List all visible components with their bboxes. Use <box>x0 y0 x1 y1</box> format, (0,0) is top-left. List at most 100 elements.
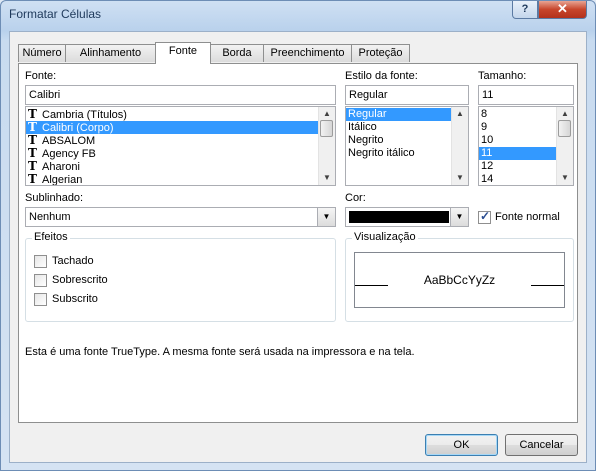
list-item-label: Negrito itálico <box>348 147 415 159</box>
underline-select[interactable]: Nenhum ▼ <box>25 207 336 227</box>
scroll-up-icon[interactable]: ▲ <box>557 107 573 121</box>
style-list[interactable]: Regular Itálico Negrito Negrito itálico ▲ ▼ <box>345 106 469 186</box>
size-label: Tamanho: <box>478 70 527 82</box>
tab-numero[interactable]: Número <box>18 44 66 62</box>
list-item-label: Itálico <box>348 121 377 133</box>
list-item-label: Regular <box>348 108 387 120</box>
scroll-down-icon[interactable]: ▼ <box>452 171 468 185</box>
list-item[interactable]: Negrito <box>346 134 451 147</box>
tab-fonte[interactable]: Fonte <box>155 42 211 64</box>
chevron-down-icon[interactable]: ▼ <box>450 208 468 226</box>
list-item[interactable]: 11 <box>479 147 556 160</box>
tab-label: Número <box>22 47 62 59</box>
list-item-label: 14 <box>481 173 494 185</box>
superscript-checkbox[interactable] <box>34 274 47 287</box>
list-item[interactable]: 12 <box>479 160 556 173</box>
list-item[interactable]: Regular <box>346 108 451 121</box>
list-item[interactable]: 10 <box>479 134 556 147</box>
chevron-down-icon[interactable]: ▼ <box>317 208 335 226</box>
size-input[interactable]: 11 <box>478 85 574 105</box>
list-item-label: Aharoni <box>42 161 80 173</box>
list-item-label: 11 <box>481 147 493 159</box>
format-cells-dialog: Formatar Células ? ✕ Número Alinhamento … <box>0 0 596 471</box>
preview-title: Visualização <box>352 231 418 243</box>
font-list-scrollbar[interactable]: ▲ ▼ <box>318 107 335 185</box>
scroll-thumb[interactable] <box>558 120 571 137</box>
list-item[interactable]: T Calibri (Corpo) <box>26 121 318 134</box>
color-label: Cor: <box>345 192 366 204</box>
help-button[interactable]: ? <box>512 1 538 19</box>
list-item-label: Cambria (Títulos) <box>42 109 127 121</box>
effects-title: Efeitos <box>32 231 70 243</box>
list-item-label: 12 <box>481 160 494 172</box>
style-input[interactable]: Regular <box>345 85 469 105</box>
scroll-up-icon[interactable]: ▲ <box>452 107 468 121</box>
style-label: Estilo da fonte: <box>345 70 418 82</box>
list-item-label: Algerian <box>42 174 83 186</box>
font-input[interactable]: Calibri <box>25 85 336 105</box>
list-item[interactable]: T ABSALOM <box>26 134 318 148</box>
list-item-label: Negrito <box>348 134 384 146</box>
dialog-body: Número Alinhamento Fonte Borda Preenchim… <box>9 31 587 463</box>
help-icon: ? <box>521 3 529 15</box>
list-item-label: ABSALOM <box>42 135 96 147</box>
list-item[interactable]: T Algerian <box>26 173 318 186</box>
tab-label: Preenchimento <box>270 47 345 59</box>
color-swatch <box>349 211 449 223</box>
tab-borda[interactable]: Borda <box>210 44 264 62</box>
close-button[interactable]: ✕ <box>538 1 587 19</box>
list-item[interactable]: 14 <box>479 173 556 185</box>
color-picker[interactable]: ▼ <box>345 207 469 227</box>
superscript-label: Sobrescrito <box>52 274 108 286</box>
list-item-label: 10 <box>481 134 494 146</box>
cancel-button[interactable]: Cancelar <box>505 434 578 456</box>
underline-label: Sublinhado: <box>25 192 84 204</box>
scroll-down-icon[interactable]: ▼ <box>557 171 573 185</box>
list-item-label: Calibri (Corpo) <box>42 122 114 134</box>
checkmark-icon: ✓ <box>480 209 491 223</box>
preview-box: AaBbCcYyZz <box>354 252 565 308</box>
list-item-label: Agency FB <box>42 148 96 160</box>
font-list[interactable]: T Cambria (Títulos) T Calibri (Corpo) T ABSAL… <box>25 106 336 186</box>
effects-group: Efeitos Tachado Sobrescrito Subscrito <box>25 231 336 322</box>
dialog-title: Formatar Células <box>9 7 102 21</box>
truetype-icon: T <box>28 172 37 186</box>
style-list-scrollbar[interactable]: ▲ ▼ <box>451 107 468 185</box>
scroll-down-icon[interactable]: ▼ <box>319 171 335 185</box>
list-item[interactable]: 9 <box>479 121 556 134</box>
list-item-label: 9 <box>481 121 488 133</box>
truetype-note: Esta é uma fonte TrueType. A mesma fonte… <box>25 346 415 358</box>
size-list-scrollbar[interactable]: ▲ ▼ <box>556 107 573 185</box>
list-item[interactable]: T Aharoni <box>26 160 318 174</box>
tab-label: Fonte <box>168 45 198 57</box>
subscript-checkbox[interactable] <box>34 293 47 306</box>
underline-value: Nenhum <box>29 211 71 223</box>
subscript-label: Subscrito <box>52 293 98 305</box>
scroll-up-icon[interactable]: ▲ <box>319 107 335 121</box>
tab-label: Borda <box>222 47 252 59</box>
size-list[interactable]: 8 9 10 11 12 14 ▲ ▼ <box>478 106 574 186</box>
tab-preenchimento[interactable]: Preenchimento <box>263 44 352 62</box>
list-item[interactable]: T Cambria (Títulos) <box>26 108 318 122</box>
preview-sample: AaBbCcYyZz <box>423 273 496 287</box>
close-icon: ✕ <box>557 1 568 16</box>
preview-group: Visualização AaBbCcYyZz <box>345 231 574 322</box>
normal-font-label: Fonte normal <box>495 211 560 223</box>
strikethrough-checkbox[interactable] <box>34 255 47 268</box>
font-label: Fonte: <box>25 70 57 82</box>
tab-protecao[interactable]: Proteção <box>351 44 410 62</box>
list-item[interactable]: 8 <box>479 108 556 121</box>
font-tab-panel: Fonte: Calibri T Cambria (Títulos) T Calibr… <box>18 63 578 423</box>
strikethrough-label: Tachado <box>52 255 94 267</box>
list-item[interactable]: Itálico <box>346 121 451 134</box>
list-item-label: 8 <box>481 108 488 120</box>
scroll-thumb[interactable] <box>320 120 333 137</box>
title-bar: Formatar Células ? ✕ <box>1 1 595 27</box>
ok-button[interactable]: OK <box>425 434 498 456</box>
tab-label: Proteção <box>358 47 403 59</box>
tab-label: Alinhamento <box>79 47 142 59</box>
list-item[interactable]: T Agency FB <box>26 147 318 161</box>
list-item[interactable]: Negrito itálico <box>346 147 451 160</box>
normal-font-checkbox[interactable]: ✓ <box>478 209 491 224</box>
tab-alinhamento[interactable]: Alinhamento <box>65 44 156 62</box>
